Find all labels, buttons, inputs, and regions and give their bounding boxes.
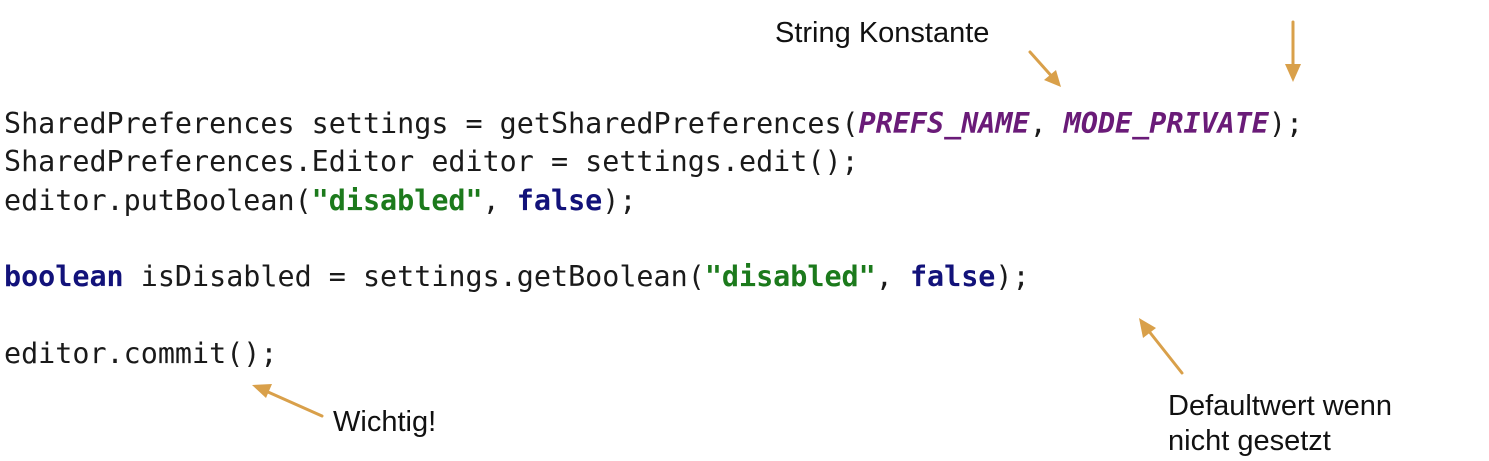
arrow-to-prefs-name — [1028, 50, 1061, 87]
arrow-to-default-false — [1139, 318, 1184, 375]
arrow-to-commit — [252, 384, 324, 418]
annotation-arrows — [252, 20, 1301, 418]
arrow-to-mode-private — [1285, 20, 1301, 82]
